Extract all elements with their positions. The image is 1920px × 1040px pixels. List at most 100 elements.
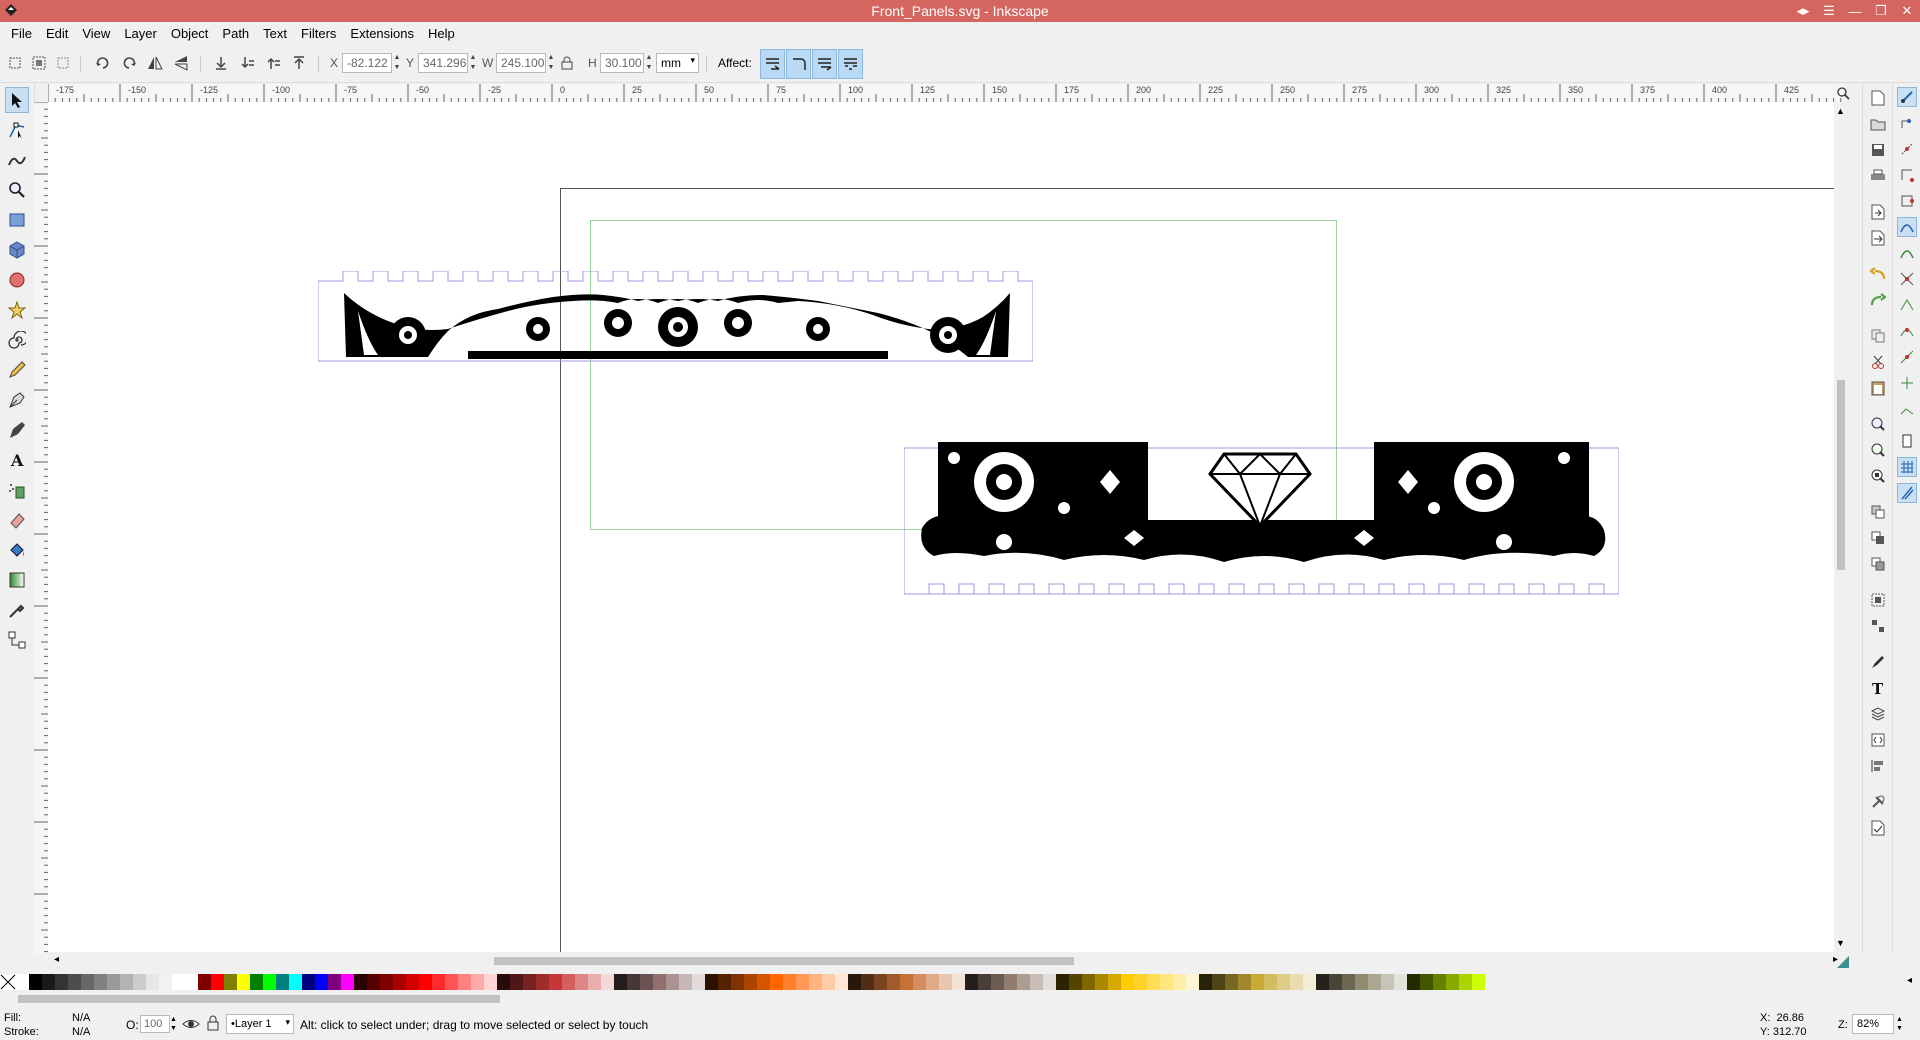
color-swatch[interactable] bbox=[510, 974, 523, 990]
color-swatch[interactable] bbox=[120, 974, 133, 990]
menu-path[interactable]: Path bbox=[215, 26, 256, 41]
color-swatch[interactable] bbox=[1082, 974, 1095, 990]
color-swatch[interactable] bbox=[1186, 974, 1199, 990]
color-swatch[interactable] bbox=[1277, 974, 1290, 990]
vertical-scroll-thumb[interactable] bbox=[1837, 380, 1845, 570]
h-spinner[interactable]: ▲ ▼ bbox=[644, 53, 654, 73]
color-swatch[interactable] bbox=[380, 974, 393, 990]
affect-patterns-button[interactable] bbox=[838, 49, 863, 79]
color-swatch[interactable] bbox=[1225, 974, 1238, 990]
palette-scrollbar[interactable] bbox=[0, 993, 1920, 1005]
color-swatch[interactable] bbox=[1407, 974, 1420, 990]
snap-grid-icon[interactable] bbox=[1897, 457, 1917, 477]
color-swatch[interactable] bbox=[796, 974, 809, 990]
x-spinner[interactable]: ▲ ▼ bbox=[392, 53, 402, 73]
paint-bucket-tool-icon[interactable] bbox=[5, 537, 29, 563]
cut-icon[interactable] bbox=[1869, 353, 1887, 371]
color-swatch[interactable] bbox=[107, 974, 120, 990]
color-swatch[interactable] bbox=[861, 974, 874, 990]
color-swatch[interactable] bbox=[1368, 974, 1381, 990]
color-swatch[interactable] bbox=[367, 974, 380, 990]
spray-tool-icon[interactable] bbox=[5, 477, 29, 503]
palette-menu-icon[interactable]: ◂ bbox=[1907, 975, 1912, 986]
bottom-panel-artwork[interactable] bbox=[904, 438, 1619, 604]
calligraphy-tool-icon[interactable] bbox=[5, 417, 29, 443]
color-swatch[interactable] bbox=[42, 974, 55, 990]
color-swatch[interactable] bbox=[341, 974, 354, 990]
opacity-spinner[interactable]: ▲ ▼ bbox=[170, 1015, 177, 1033]
zoom-selection-icon[interactable] bbox=[1869, 415, 1887, 433]
color-swatch[interactable] bbox=[900, 974, 913, 990]
group-icon[interactable] bbox=[1869, 591, 1887, 609]
color-swatch[interactable] bbox=[822, 974, 835, 990]
color-swatch[interactable] bbox=[484, 974, 497, 990]
menu-object[interactable]: Object bbox=[164, 26, 216, 41]
color-swatch[interactable] bbox=[1173, 974, 1186, 990]
y-field[interactable]: 341.296 bbox=[418, 53, 468, 73]
color-swatch[interactable] bbox=[848, 974, 861, 990]
color-swatch[interactable] bbox=[1329, 974, 1342, 990]
import-icon[interactable] bbox=[1869, 203, 1887, 221]
scroll-left-icon[interactable]: ◂ bbox=[54, 954, 59, 965]
document-properties-icon[interactable] bbox=[1869, 819, 1887, 837]
minimize-button[interactable]: — bbox=[1842, 0, 1868, 22]
color-swatch[interactable] bbox=[1121, 974, 1134, 990]
color-swatch[interactable] bbox=[406, 974, 419, 990]
flip-horizontal-icon[interactable] bbox=[144, 52, 166, 74]
horizontal-scroll-thumb[interactable] bbox=[494, 957, 1074, 965]
close-button[interactable]: ✕ bbox=[1894, 0, 1920, 22]
color-swatch[interactable] bbox=[1290, 974, 1303, 990]
stroke-value[interactable]: N/A bbox=[72, 1026, 90, 1038]
color-swatch[interactable] bbox=[523, 974, 536, 990]
selector-tool-icon[interactable] bbox=[5, 87, 29, 113]
color-swatch[interactable] bbox=[315, 974, 328, 990]
copy-icon[interactable] bbox=[1869, 327, 1887, 345]
color-swatch[interactable] bbox=[445, 974, 458, 990]
3d-box-tool-icon[interactable] bbox=[5, 237, 29, 263]
color-swatch[interactable] bbox=[159, 974, 172, 990]
ungroup-icon[interactable] bbox=[1869, 617, 1887, 635]
rotate-cw-icon[interactable] bbox=[118, 52, 140, 74]
scroll-up-icon[interactable]: ▲ bbox=[1836, 106, 1845, 116]
color-swatch[interactable] bbox=[939, 974, 952, 990]
paste-icon[interactable] bbox=[1869, 379, 1887, 397]
color-swatch[interactable] bbox=[1355, 974, 1368, 990]
affect-gradients-button[interactable] bbox=[812, 49, 837, 79]
star-tool-icon[interactable] bbox=[5, 297, 29, 323]
restore-button[interactable]: ❐ bbox=[1868, 0, 1894, 22]
snap-bbox-corners-icon[interactable] bbox=[1897, 165, 1917, 185]
color-swatch[interactable] bbox=[1342, 974, 1355, 990]
color-swatch[interactable] bbox=[250, 974, 263, 990]
color-swatch[interactable] bbox=[978, 974, 991, 990]
y-spinner[interactable]: ▲ ▼ bbox=[468, 53, 478, 73]
menu-filters[interactable]: Filters bbox=[294, 26, 343, 41]
split-view-icon[interactable]: ◂▸ bbox=[1790, 0, 1816, 22]
color-swatch[interactable] bbox=[1459, 974, 1472, 990]
w-spinner[interactable]: ▲ ▼ bbox=[546, 53, 556, 73]
color-swatch[interactable] bbox=[1004, 974, 1017, 990]
color-swatch[interactable] bbox=[198, 974, 211, 990]
color-swatch[interactable] bbox=[536, 974, 549, 990]
snap-rotation-center-icon[interactable] bbox=[1897, 399, 1917, 419]
color-swatch[interactable] bbox=[874, 974, 887, 990]
eraser-tool-icon[interactable] bbox=[5, 507, 29, 533]
layer-select[interactable]: •Layer 1 ▾ bbox=[226, 1014, 294, 1034]
save-icon[interactable] bbox=[1869, 141, 1887, 159]
layer-visibility-icon[interactable] bbox=[182, 1016, 200, 1035]
raise-icon[interactable] bbox=[262, 52, 284, 74]
unlink-clone-icon[interactable] bbox=[1869, 555, 1887, 573]
zoom-corner-icon[interactable] bbox=[1836, 86, 1850, 100]
ellipse-tool-icon[interactable] bbox=[5, 267, 29, 293]
color-swatch[interactable] bbox=[809, 974, 822, 990]
scroll-down-icon[interactable]: ▼ bbox=[1836, 938, 1845, 948]
menu-text[interactable]: Text bbox=[256, 26, 294, 41]
color-swatch[interactable] bbox=[744, 974, 757, 990]
rotate-ccw-icon[interactable] bbox=[92, 52, 114, 74]
menu-help[interactable]: Help bbox=[421, 26, 462, 41]
fill-stroke-icon[interactable] bbox=[1869, 653, 1887, 671]
affect-rounded-corners-button[interactable] bbox=[786, 49, 811, 79]
color-swatch[interactable] bbox=[1446, 974, 1459, 990]
snap-bbox-icon[interactable] bbox=[1897, 113, 1917, 133]
open-folder-icon[interactable] bbox=[1869, 115, 1887, 133]
color-swatch[interactable] bbox=[1251, 974, 1264, 990]
